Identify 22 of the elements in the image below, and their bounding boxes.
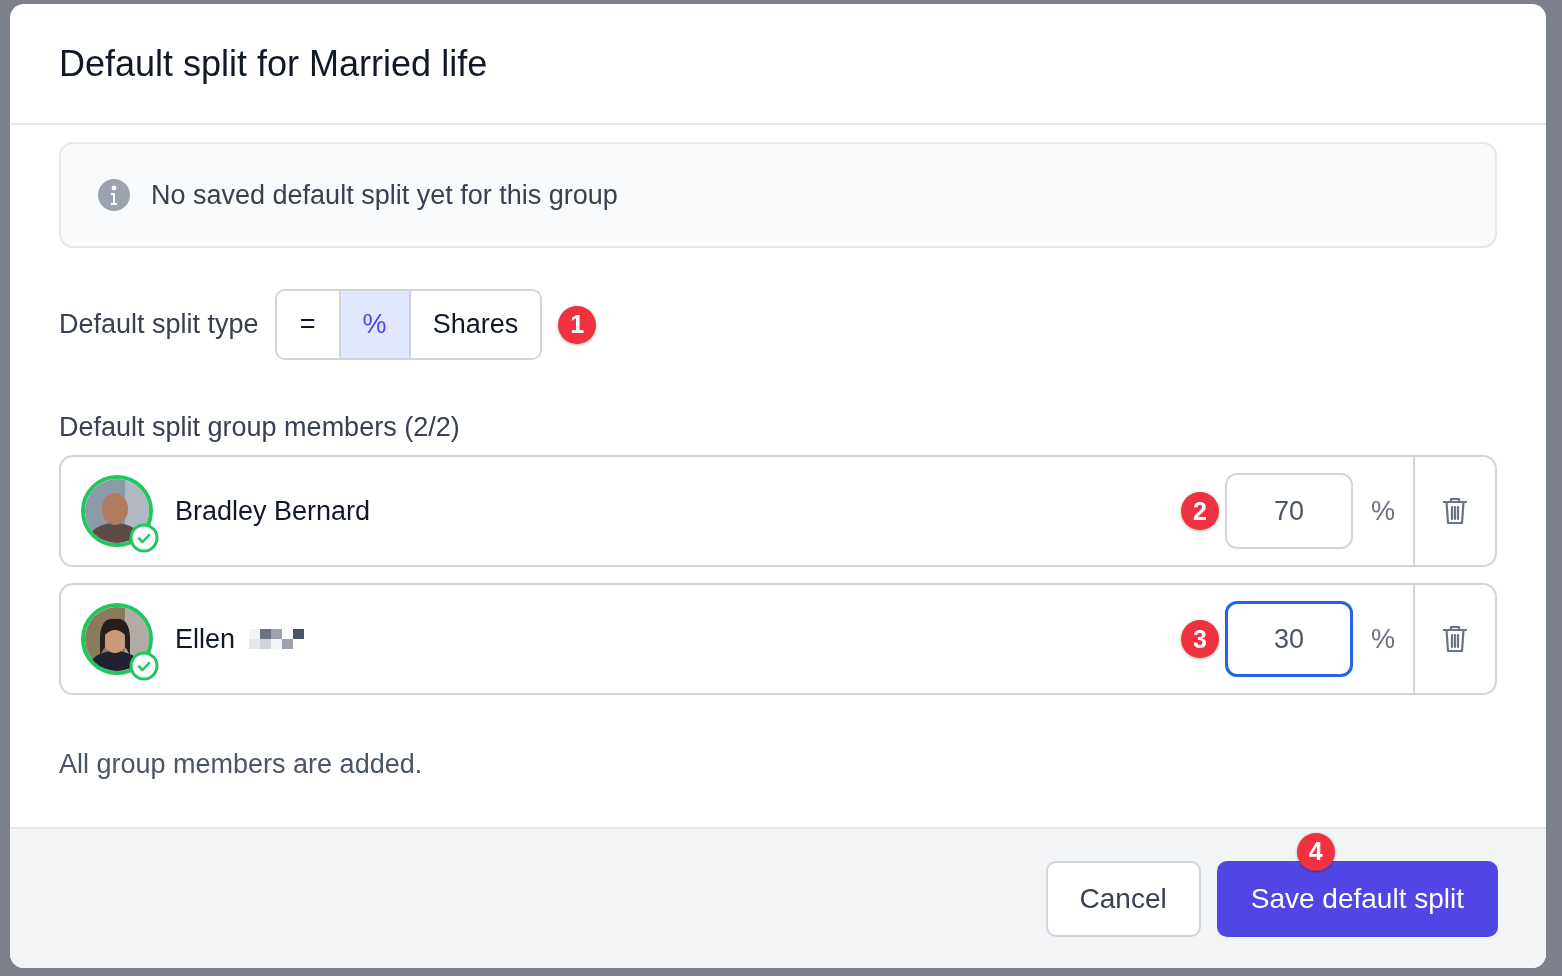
step-badge: 4	[1296, 832, 1335, 871]
member-name: Ellen	[175, 623, 236, 655]
cancel-button[interactable]: Cancel	[1045, 860, 1201, 937]
info-icon	[97, 178, 131, 212]
trash-icon[interactable]	[1442, 496, 1468, 526]
field-label: Default split type	[59, 309, 259, 340]
step-badge: 2	[1181, 492, 1219, 530]
percent-unit: %	[1370, 495, 1396, 527]
percent-unit: %	[1370, 623, 1396, 655]
dialog-title: Default split for Married life	[59, 42, 488, 85]
percent-input[interactable]: 70	[1225, 473, 1353, 549]
percent-input[interactable]: 30	[1225, 601, 1353, 677]
member-name: Bradley Bernard	[175, 495, 371, 527]
section-heading: Default split group members (2/2)	[59, 412, 461, 443]
info-text: All group members are added.	[59, 749, 424, 780]
step-badge: 1	[558, 305, 597, 344]
split-type-option[interactable]: =	[276, 291, 341, 358]
info-text: No saved default split yet for this group	[151, 179, 618, 211]
step-badge: 3	[1181, 620, 1219, 658]
split-type-option[interactable]: %	[340, 291, 411, 358]
save-button[interactable]: Save default split	[1216, 860, 1498, 937]
trash-icon[interactable]	[1442, 624, 1468, 654]
